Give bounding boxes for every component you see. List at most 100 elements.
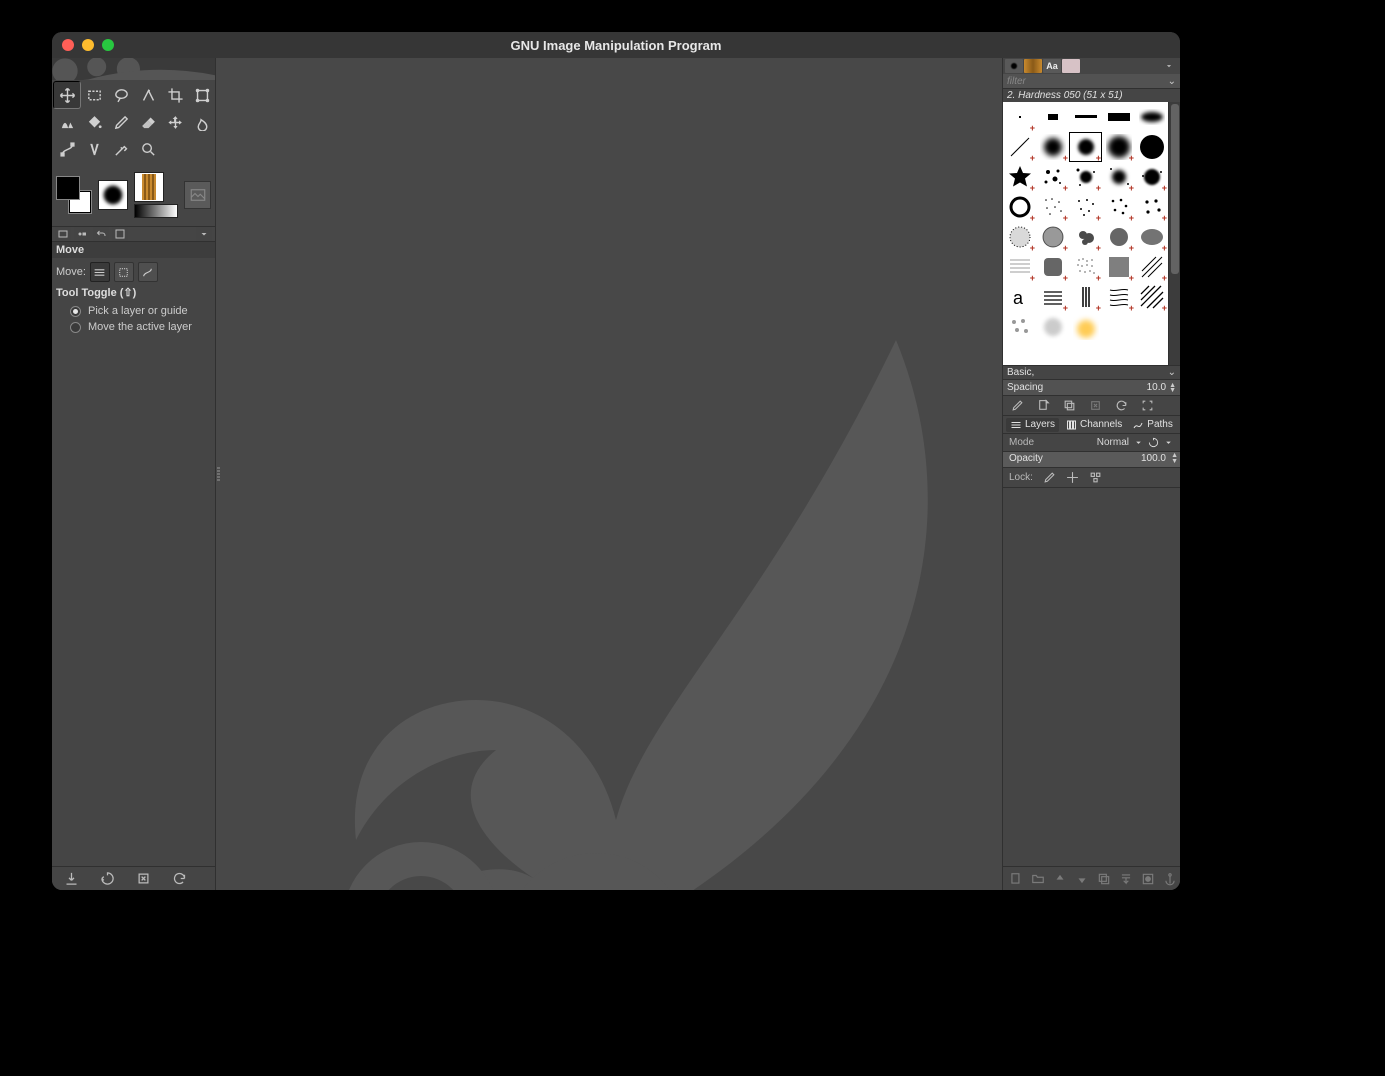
layer-list[interactable] (1003, 488, 1180, 866)
channels-tab[interactable]: Channels (1061, 418, 1126, 432)
open-brush-as-image-button[interactable] (1139, 398, 1155, 414)
brush-diag-hatch[interactable]: + (1135, 282, 1168, 312)
brush-cell-shade[interactable]: + (1003, 222, 1036, 252)
unified-transform-tool[interactable] (189, 82, 215, 108)
brush-diag-line[interactable]: + (1003, 132, 1036, 162)
brush-smear[interactable]: + (1036, 282, 1069, 312)
brush-blank-1[interactable] (1102, 312, 1135, 342)
patterns-tab[interactable] (1024, 59, 1042, 73)
move-active-radio[interactable] (70, 322, 81, 333)
brush-pixel-block[interactable] (1036, 102, 1069, 132)
refresh-brushes-button[interactable] (1113, 398, 1129, 414)
layers-dock-menu-icon[interactable] (1179, 418, 1180, 432)
text-tool[interactable] (81, 136, 107, 162)
brush-glow[interactable] (1069, 312, 1102, 342)
paths-tool[interactable] (54, 136, 80, 162)
brush-scrollbar[interactable] (1168, 102, 1180, 365)
layer-opacity-row[interactable]: Opacity 100.0 ▲▼ (1003, 452, 1180, 468)
brush-block-bar[interactable] (1102, 102, 1135, 132)
smudge-tool[interactable] (189, 109, 215, 135)
brush-stipple[interactable]: + (1069, 252, 1102, 282)
move-tool[interactable] (54, 82, 80, 108)
restore-preset-button[interactable] (98, 870, 116, 888)
fg-color-swatch[interactable] (56, 176, 80, 200)
brush-soft-round-lg[interactable]: + (1102, 132, 1135, 162)
device-status-tab[interactable] (74, 227, 90, 241)
brush-dots-1[interactable]: + (1036, 192, 1069, 222)
bucket-fill-tool[interactable] (81, 109, 107, 135)
brush-dots-4[interactable]: + (1135, 192, 1168, 222)
reset-preset-button[interactable] (170, 870, 188, 888)
active-image-indicator[interactable] (184, 181, 211, 209)
color-picker-tool[interactable] (108, 136, 134, 162)
save-preset-button[interactable] (62, 870, 80, 888)
brush-soft-oval[interactable] (1135, 102, 1168, 132)
brush-vertical-smudge[interactable]: + (1069, 282, 1102, 312)
brush-filter-input[interactable]: filter ⌄ (1003, 74, 1180, 89)
brush-dots-3[interactable]: + (1102, 192, 1135, 222)
new-layer-group-button[interactable] (1031, 871, 1045, 887)
brush-soft-round[interactable]: + (1036, 132, 1069, 162)
free-select-tool[interactable] (108, 82, 134, 108)
close-window-button[interactable] (62, 39, 74, 51)
dock-menu-icon[interactable] (1160, 59, 1178, 73)
brush-sand[interactable] (1003, 312, 1036, 342)
add-mask-button[interactable] (1141, 871, 1155, 887)
pick-layer-radio-row[interactable]: Pick a layer or guide (56, 303, 211, 319)
warp-tool[interactable] (54, 109, 80, 135)
brush-long-bar[interactable] (1069, 102, 1102, 132)
reset-mode-icon[interactable] (1148, 437, 1159, 448)
brush-spacing-row[interactable]: Spacing 10.0 ▲▼ (1003, 380, 1180, 396)
merge-down-button[interactable] (1119, 871, 1133, 887)
paintbrush-tool[interactable] (108, 109, 134, 135)
undo-history-tab[interactable] (93, 227, 109, 241)
brush-hatch-cross[interactable]: + (1135, 252, 1168, 282)
brush-grunge-1[interactable]: + (1036, 222, 1069, 252)
brush-dots-2[interactable]: + (1069, 192, 1102, 222)
spacing-spinner[interactable]: ▲▼ (1169, 383, 1176, 393)
lock-pixels-icon[interactable] (1043, 471, 1056, 484)
tool-options-tab[interactable] (55, 227, 71, 241)
eraser-tool[interactable] (135, 109, 161, 135)
brush-soft-2[interactable] (1036, 312, 1069, 342)
brush-blank-2[interactable] (1135, 312, 1168, 342)
brush-big-circle[interactable] (1135, 132, 1168, 162)
delete-preset-button[interactable] (134, 870, 152, 888)
brush-grunge-4[interactable]: + (1135, 222, 1168, 252)
gradients-tab[interactable] (1062, 59, 1080, 73)
fuzzy-select-tool[interactable] (135, 82, 161, 108)
brush-texture-2[interactable]: + (1036, 252, 1069, 282)
rect-select-tool[interactable] (81, 82, 107, 108)
fg-bg-swatch[interactable] (56, 176, 92, 214)
titlebar[interactable]: GNU Image Manipulation Program (52, 32, 1180, 58)
brush-category-select[interactable]: Basic, ⌄ (1003, 366, 1180, 380)
new-brush-button[interactable] (1035, 398, 1051, 414)
active-gradient-indicator[interactable] (134, 204, 178, 218)
brush-splatter-4[interactable]: + (1135, 162, 1168, 192)
brush-ring[interactable]: + (1003, 192, 1036, 222)
fonts-tab[interactable]: Aa (1043, 59, 1061, 73)
crop-tool[interactable] (162, 82, 188, 108)
images-tab[interactable] (112, 227, 128, 241)
brush-splatter-3[interactable]: + (1102, 162, 1135, 192)
zoom-window-button[interactable] (102, 39, 114, 51)
lock-position-icon[interactable] (1066, 471, 1079, 484)
brush-char-a[interactable]: a (1003, 282, 1036, 312)
paths-tab[interactable]: Paths (1128, 418, 1177, 432)
anchor-layer-button[interactable] (1163, 871, 1177, 887)
canvas-area[interactable] (216, 58, 1002, 890)
brush-grunge-3[interactable]: + (1102, 222, 1135, 252)
brushes-tab[interactable] (1005, 59, 1023, 73)
active-pattern-indicator[interactable] (134, 172, 164, 202)
brush-star[interactable]: + (1003, 162, 1036, 192)
brush-pixel-1[interactable]: + (1003, 102, 1036, 132)
configure-tab-icon[interactable] (196, 227, 212, 241)
brush-texture-3[interactable]: + (1102, 252, 1135, 282)
brush-streaks[interactable]: + (1102, 282, 1135, 312)
opacity-spinner[interactable]: ▲▼ (1171, 453, 1178, 465)
raise-layer-button[interactable] (1053, 871, 1067, 887)
active-brush-indicator[interactable] (98, 180, 128, 210)
move-active-radio-row[interactable]: Move the active layer (56, 319, 211, 335)
brush-grunge-2[interactable]: + (1069, 222, 1102, 252)
pick-layer-radio[interactable] (70, 306, 81, 317)
